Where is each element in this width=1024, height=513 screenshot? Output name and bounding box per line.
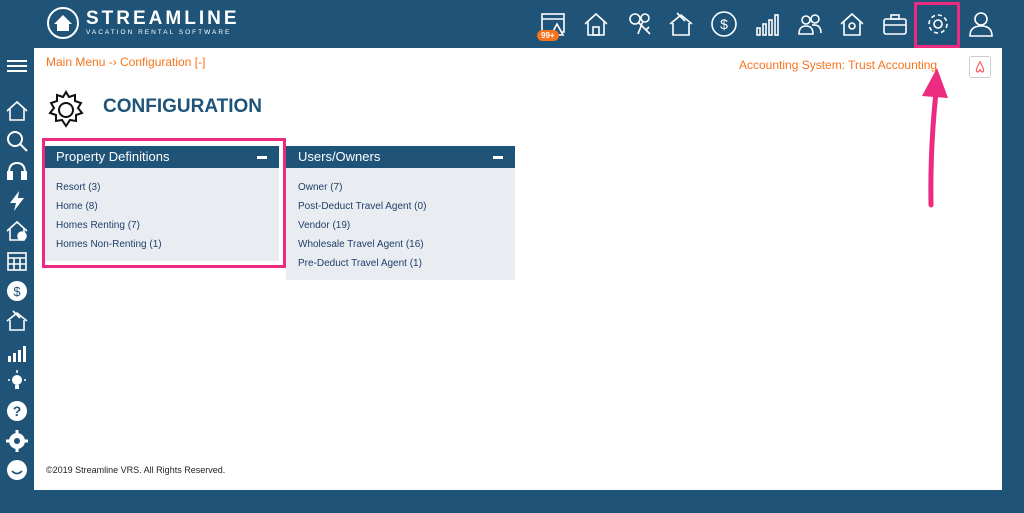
list-item[interactable]: Wholesale Travel Agent (16) — [298, 235, 515, 254]
lightbulb-icon[interactable] — [5, 369, 29, 393]
headset-icon[interactable] — [5, 159, 29, 183]
logo-mark-icon — [47, 7, 79, 39]
airbnb-icon[interactable] — [969, 56, 991, 78]
search-icon[interactable] — [5, 129, 29, 153]
alerts-badge: 99+ — [537, 30, 559, 41]
svg-text:?: ? — [13, 403, 22, 419]
left-sidebar: $ ? — [0, 48, 34, 488]
home-icon[interactable] — [5, 99, 29, 123]
streamline-logo[interactable]: STREAMLINE VACATION RENTAL SOFTWARE — [46, 6, 240, 40]
svg-text:$: $ — [13, 284, 21, 299]
collapse-icon[interactable] — [493, 156, 503, 159]
users-owners-panel: Users/Owners Owner (7) Post-Deduct Trave… — [286, 146, 515, 280]
owner-house-icon[interactable] — [836, 8, 868, 40]
smiley-icon[interactable] — [5, 458, 29, 482]
gear-highlight-box — [914, 2, 960, 48]
footer-copyright: ©2019 Streamline VRS. All Rights Reserve… — [46, 465, 226, 475]
bar-chart-icon[interactable] — [5, 341, 29, 365]
settings-icon[interactable] — [5, 429, 29, 453]
house-info-icon[interactable] — [5, 219, 29, 243]
dollar-icon[interactable]: $ — [5, 279, 29, 303]
toolbox-icon[interactable] — [879, 8, 911, 40]
keys-icon[interactable] — [624, 8, 656, 40]
top-navigation-bar: STREAMLINE VACATION RENTAL SOFTWARE 99+ … — [0, 0, 1024, 48]
accounting-system-label: Accounting System: Trust Accounting — [739, 58, 938, 72]
dollar-icon[interactable]: $ — [708, 8, 740, 40]
panel-header: Users/Owners — [286, 146, 515, 168]
brand-name: STREAMLINE — [86, 8, 240, 29]
list-item[interactable]: Owner (7) — [298, 178, 515, 197]
list-item[interactable]: Post-Deduct Travel Agent (0) — [298, 197, 515, 216]
help-icon[interactable]: ? — [5, 399, 29, 423]
menu-icon[interactable] — [5, 54, 29, 78]
bar-chart-icon[interactable] — [751, 8, 783, 40]
property-definitions-highlight-box — [42, 138, 286, 268]
house-sweep-icon[interactable] — [5, 309, 29, 333]
page-title: CONFIGURATION — [103, 96, 263, 117]
configuration-gear-icon — [48, 90, 84, 128]
users-icon[interactable] — [794, 8, 826, 40]
house-sweep-icon[interactable] — [665, 8, 697, 40]
main-content: Main Menu -› Configuration [-] Accountin… — [34, 48, 1002, 490]
list-item[interactable]: Vendor (19) — [298, 216, 515, 235]
home-icon[interactable] — [580, 8, 612, 40]
brand-tagline: VACATION RENTAL SOFTWARE — [86, 29, 232, 36]
calendar-icon[interactable] — [5, 249, 29, 273]
lightning-icon[interactable] — [5, 189, 29, 213]
breadcrumb[interactable]: Main Menu -› Configuration [-] — [46, 55, 205, 69]
user-icon[interactable] — [965, 8, 997, 40]
panel-title: Users/Owners — [298, 149, 381, 164]
svg-text:$: $ — [720, 16, 728, 32]
list-item[interactable]: Pre-Deduct Travel Agent (1) — [298, 254, 515, 273]
